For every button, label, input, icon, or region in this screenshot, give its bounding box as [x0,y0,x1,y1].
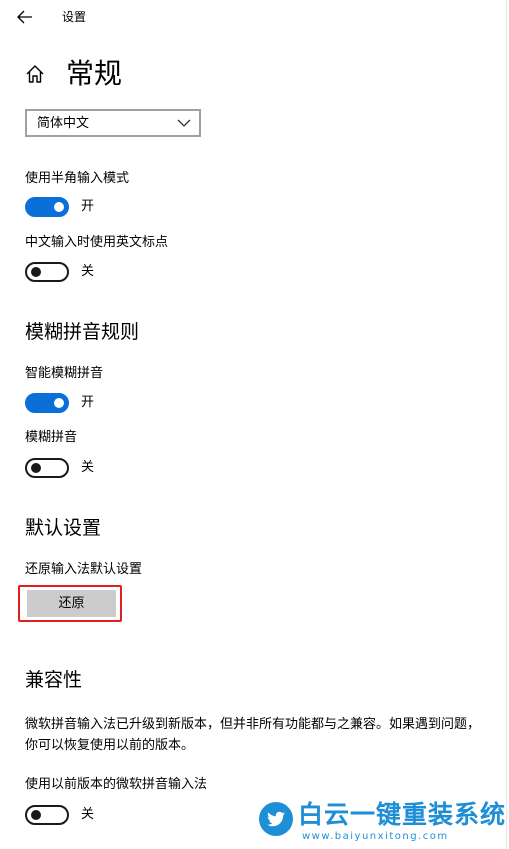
twitter-bird-icon [259,802,293,836]
toggle-legacy-ime[interactable] [25,805,69,825]
language-select-value: 简体中文 [37,116,90,131]
title-bar: 设置 [0,0,506,34]
toggle-knob [31,810,41,820]
back-button[interactable] [12,6,38,28]
compat-description: 微软拼音输入法已升级到新版本，但并非所有功能都与之兼容。如果遇到问题，你可以恢复… [25,717,481,753]
section-heading-defaults: 默认设置 [25,517,102,539]
restore-label: 还原输入法默认设置 [25,562,143,577]
language-select[interactable]: 简体中文 [25,109,201,137]
setting-label-english-punct: 中文输入时使用英文标点 [25,235,169,250]
watermark-url: www.baiyunxitong.com [302,831,449,842]
section-heading-compat: 兼容性 [25,669,83,691]
toggle-state-legacy-ime: 关 [81,807,95,822]
setting-label-smart-fuzzy: 智能模糊拼音 [25,366,104,381]
toggle-english-punct[interactable] [25,262,69,282]
toggle-fuzzy[interactable] [25,458,69,478]
back-arrow-icon [17,10,32,24]
window-edge [506,0,507,849]
toggle-state-halfwidth: 开 [81,199,95,214]
page-title: 常规 [66,57,123,90]
toggle-halfwidth[interactable] [25,197,69,217]
section-heading-fuzzy: 模糊拼音规则 [25,321,140,343]
toggle-state-english-punct: 关 [81,264,95,279]
setting-label-halfwidth: 使用半角输入模式 [25,171,130,186]
toggle-knob [31,463,41,473]
home-icon[interactable] [24,63,46,85]
toggle-state-smart-fuzzy: 开 [81,395,95,410]
toggle-knob [54,202,64,212]
toggle-knob [31,267,41,277]
highlight-box [18,585,122,622]
setting-label-legacy-ime: 使用以前版本的微软拼音输入法 [25,777,208,792]
chevron-down-icon [177,119,191,127]
toggle-smart-fuzzy[interactable] [25,393,69,413]
window-title: 设置 [62,10,87,24]
toggle-state-fuzzy: 关 [81,460,95,475]
setting-label-fuzzy: 模糊拼音 [25,430,78,445]
toggle-knob [54,398,64,408]
watermark-title: 白云一键重装系统 [298,800,507,829]
watermark: 白云一键重装系统 www.baiyunxitong.com [258,797,506,847]
